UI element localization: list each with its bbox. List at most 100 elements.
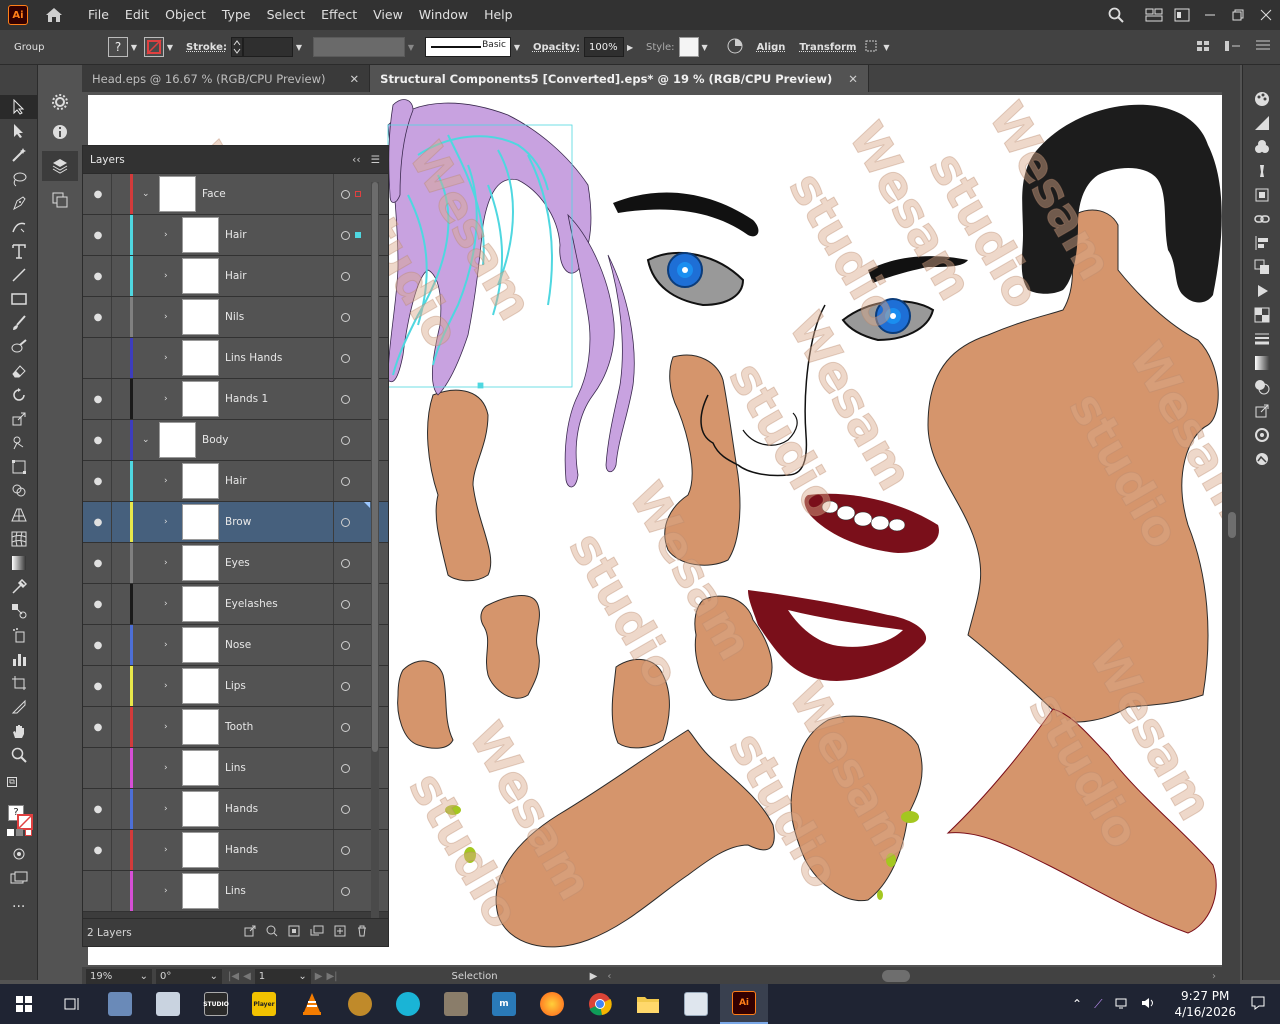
lasso-tool-icon[interactable]: [0, 167, 38, 191]
isolate-icon[interactable]: [864, 39, 880, 56]
collapse-panel-icon[interactable]: ‹‹: [352, 154, 360, 166]
layer-row[interactable]: ● › Eyes: [83, 543, 388, 584]
layer-row[interactable]: ● › Hair: [83, 461, 388, 502]
locate-object-icon[interactable]: [266, 925, 278, 940]
stroke-swatch[interactable]: [144, 37, 164, 57]
chevron-down-icon[interactable]: ▼: [511, 43, 523, 52]
export-panel-icon[interactable]: [1243, 399, 1280, 423]
chevron-right-icon[interactable]: ›: [164, 517, 168, 527]
shape-builder-tool-icon[interactable]: [0, 479, 38, 503]
layer-name[interactable]: Nils: [225, 311, 244, 323]
clock[interactable]: 9:27 PM 4/16/2026: [1174, 988, 1236, 1020]
free-transform-tool-icon[interactable]: [0, 455, 38, 479]
layer-row[interactable]: ● › Hands 1: [83, 379, 388, 420]
status-menu-icon[interactable]: ▶: [590, 971, 598, 982]
layer-row[interactable]: › Lins Hands: [83, 338, 388, 379]
selection-tool-icon[interactable]: [0, 95, 38, 119]
align-link[interactable]: Align: [757, 42, 786, 53]
arrange-documents-icon[interactable]: [1140, 0, 1168, 30]
visibility-eye-icon[interactable]: ●: [92, 599, 104, 610]
windows-start-icon[interactable]: [0, 984, 48, 1024]
chevron-right-icon[interactable]: ›: [164, 271, 168, 281]
draw-mode-icon[interactable]: [12, 847, 26, 864]
create-layer-icon[interactable]: [334, 925, 346, 940]
appearance-icon[interactable]: [1243, 375, 1280, 399]
target-circle-icon[interactable]: [341, 804, 350, 814]
create-sublayer-icon[interactable]: [310, 925, 324, 940]
gradient-panel-icon[interactable]: [1243, 351, 1280, 375]
eraser-tool-icon[interactable]: [0, 359, 38, 383]
stroke-label[interactable]: Stroke:: [186, 42, 227, 53]
layer-row[interactable]: ● › Nose: [83, 625, 388, 666]
chevron-down-icon[interactable]: ⌄: [142, 435, 150, 445]
stroke-panel-icon[interactable]: [1243, 327, 1280, 351]
layers-panel-title[interactable]: Layers: [90, 154, 125, 166]
layer-row[interactable]: ● › Brow: [83, 502, 388, 543]
rotate-tool-icon[interactable]: [0, 383, 38, 407]
menu-effect[interactable]: Effect: [313, 0, 365, 30]
color-guide-icon[interactable]: [1243, 111, 1280, 135]
blend-tool-icon[interactable]: [0, 599, 38, 623]
scroll-left-icon[interactable]: ‹: [607, 971, 611, 982]
visibility-eye-icon[interactable]: ●: [92, 722, 104, 733]
browser-app-icon[interactable]: [336, 984, 384, 1024]
menu-type[interactable]: Type: [214, 0, 259, 30]
arrange-icon[interactable]: [1196, 40, 1210, 55]
notifications-icon[interactable]: [1250, 995, 1266, 1014]
pen-tray-icon[interactable]: ⟋: [1094, 997, 1102, 1012]
mail-app-icon[interactable]: m: [480, 984, 528, 1024]
direct-selection-tool-icon[interactable]: [0, 119, 38, 143]
stroke-weight-field[interactable]: [242, 37, 293, 57]
magic-wand-tool-icon[interactable]: [0, 143, 38, 167]
chevron-right-icon[interactable]: ›: [164, 558, 168, 568]
layer-name[interactable]: Face: [202, 188, 226, 200]
chevron-right-icon[interactable]: ›: [164, 312, 168, 322]
zoom-field[interactable]: 19% ⌄: [86, 969, 152, 984]
style-swatch[interactable]: [678, 37, 699, 57]
variable-width-profile[interactable]: [312, 37, 405, 57]
opacity-label[interactable]: Opacity:: [533, 42, 580, 53]
layer-row[interactable]: ● › Tooth: [83, 707, 388, 748]
chevron-right-icon[interactable]: ›: [164, 763, 168, 773]
target-circle-icon[interactable]: [341, 599, 350, 609]
chevron-down-icon[interactable]: ▼: [405, 43, 417, 52]
layer-row[interactable]: ● › Lips: [83, 666, 388, 707]
fill-stroke-widget[interactable]: ⧉ ?: [5, 777, 33, 837]
layer-row[interactable]: ● › Hands: [83, 789, 388, 830]
visibility-eye-icon[interactable]: ●: [92, 845, 104, 856]
home-icon[interactable]: [42, 3, 66, 27]
illustrator-app-icon[interactable]: Ai: [720, 984, 768, 1024]
align-panel-icon[interactable]: [1243, 231, 1280, 255]
restore-icon[interactable]: [1224, 0, 1252, 30]
target-circle-icon[interactable]: [341, 763, 350, 773]
actions-play-icon[interactable]: [1243, 279, 1280, 303]
shaper-tool-icon[interactable]: [0, 335, 38, 359]
close-icon[interactable]: [1252, 0, 1280, 30]
symbols-icon[interactable]: [1243, 183, 1280, 207]
column-graph-tool-icon[interactable]: [0, 647, 38, 671]
visibility-eye-icon[interactable]: ●: [92, 230, 104, 241]
puppet-warp-tool-icon[interactable]: [0, 431, 38, 455]
network-icon[interactable]: [1114, 996, 1130, 1013]
menu-help[interactable]: Help: [476, 0, 521, 30]
menu-edit[interactable]: Edit: [117, 0, 157, 30]
target-circle-icon[interactable]: [341, 353, 350, 363]
artboard-tool-icon[interactable]: [0, 671, 38, 695]
layer-row[interactable]: ● › Hair: [83, 256, 388, 297]
recolor-icon[interactable]: [727, 38, 743, 57]
design-app-icon[interactable]: [384, 984, 432, 1024]
next-artboard-icon[interactable]: ▶: [315, 971, 323, 982]
close-tab-icon[interactable]: ✕: [350, 72, 360, 86]
target-circle-icon[interactable]: [341, 476, 350, 486]
visibility-eye-icon[interactable]: ●: [92, 435, 104, 446]
transform-link[interactable]: Transform: [799, 42, 856, 53]
scale-tool-icon[interactable]: [0, 407, 38, 431]
app-logo[interactable]: Ai: [8, 5, 28, 25]
target-circle-icon[interactable]: [341, 394, 350, 404]
scroll-right-icon[interactable]: ›: [1212, 971, 1216, 982]
layer-name[interactable]: Lips: [225, 680, 246, 692]
links-icon[interactable]: [1243, 207, 1280, 231]
firefox-icon[interactable]: [528, 984, 576, 1024]
player-app-icon[interactable]: Player: [240, 984, 288, 1024]
chevron-right-icon[interactable]: ›: [164, 845, 168, 855]
